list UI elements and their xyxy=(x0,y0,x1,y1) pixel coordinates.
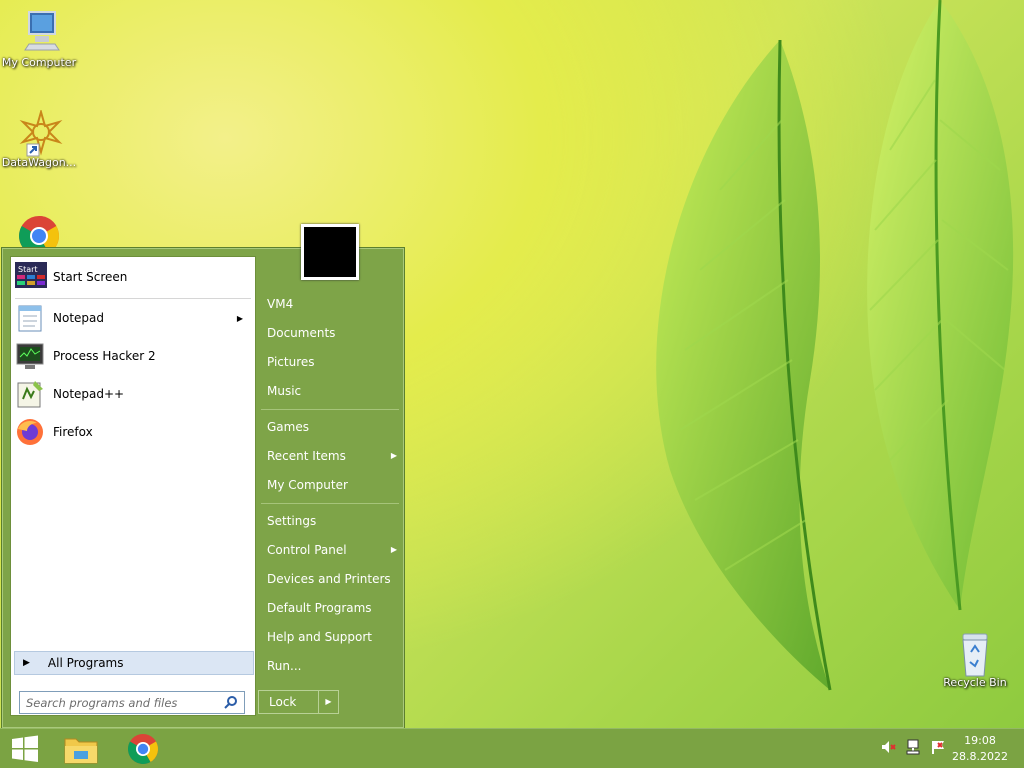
chrome-icon xyxy=(127,734,159,765)
taskbar-file-explorer[interactable] xyxy=(56,731,106,767)
process-hacker-icon xyxy=(15,341,45,371)
file-explorer-icon xyxy=(64,738,98,764)
menu-item-label: Settings xyxy=(267,514,317,528)
play-arrow-icon: ▶ xyxy=(23,658,30,668)
menu-item-label: Devices and Printers xyxy=(267,572,391,586)
start-menu: Start Start Screen Notepad ▶ Process Hac… xyxy=(2,224,404,728)
menu-item-pictures[interactable]: Pictures xyxy=(267,350,397,374)
network-icon xyxy=(906,739,920,755)
menu-item-label: My Computer xyxy=(267,478,348,492)
start-menu-programs-pane: Start Start Screen Notepad ▶ Process Hac… xyxy=(10,256,256,716)
program-label: Process Hacker 2 xyxy=(53,349,156,363)
menu-item-run[interactable]: Run... xyxy=(267,654,397,678)
divider xyxy=(15,298,251,299)
all-programs-button[interactable]: ▶ All Programs xyxy=(14,651,254,675)
program-label: Notepad xyxy=(53,311,104,325)
submenu-arrow-icon: ▶ xyxy=(390,451,397,460)
menu-item-label: Documents xyxy=(267,326,336,340)
desktop-icon-my-computer[interactable]: My Computer xyxy=(0,10,78,69)
clock-time: 19:08 xyxy=(964,734,996,747)
program-process-hacker[interactable]: Process Hacker 2 xyxy=(15,339,251,373)
program-firefox[interactable]: Firefox xyxy=(15,415,251,449)
user-picture[interactable] xyxy=(301,224,359,280)
taskbar-chrome[interactable] xyxy=(118,731,168,767)
start-screen-icon-text: Start xyxy=(18,265,38,274)
submenu-arrow-icon: ▶ xyxy=(236,313,243,323)
menu-item-music[interactable]: Music xyxy=(267,379,397,403)
program-label: Firefox xyxy=(53,425,93,439)
tray-volume[interactable] xyxy=(880,739,896,758)
tray-action-center[interactable] xyxy=(930,739,946,758)
shutdown-options-arrow-icon[interactable]: ▶ xyxy=(319,691,338,713)
datawagon-icon xyxy=(15,108,63,157)
start-screen-icon: Start xyxy=(15,262,47,292)
firefox-icon xyxy=(15,417,45,447)
clock-date: 28.8.2022 xyxy=(952,750,1008,763)
menu-item-label: Games xyxy=(267,420,309,434)
start-button[interactable] xyxy=(0,731,50,767)
menu-item-label: Pictures xyxy=(267,355,315,369)
program-start-screen[interactable]: Start Start Screen xyxy=(15,260,251,294)
submenu-arrow-icon: ▶ xyxy=(390,545,397,554)
desktop-icon-datawagon[interactable]: DataWagon... xyxy=(0,108,78,169)
all-programs-label: All Programs xyxy=(47,656,124,670)
program-notepad-plus-plus[interactable]: Notepad++ xyxy=(15,377,251,411)
notepad-plus-plus-icon xyxy=(15,379,45,409)
menu-item-recent-items[interactable]: Recent Items ▶ xyxy=(267,444,397,468)
menu-item-default-programs[interactable]: Default Programs xyxy=(267,596,397,620)
menu-item-my-computer[interactable]: My Computer xyxy=(267,473,397,497)
menu-item-label: Control Panel xyxy=(267,543,347,557)
menu-item-games[interactable]: Games xyxy=(267,415,397,439)
menu-item-label: Run... xyxy=(267,659,302,673)
menu-item-vm4[interactable]: VM4 xyxy=(267,292,397,316)
my-computer-icon xyxy=(15,10,63,54)
desktop-icon-label: My Computer xyxy=(1,56,77,69)
program-label: Notepad++ xyxy=(53,387,125,401)
tray-network[interactable] xyxy=(905,739,921,758)
search-input[interactable]: Search programs and files xyxy=(19,691,245,714)
menu-item-documents[interactable]: Documents xyxy=(267,321,397,345)
menu-item-label: Default Programs xyxy=(267,601,372,615)
action-center-flag-icon xyxy=(932,741,944,754)
program-notepad[interactable]: Notepad ▶ xyxy=(15,301,251,335)
search-icon[interactable] xyxy=(224,695,238,709)
menu-item-label: Music xyxy=(267,384,302,398)
lock-button[interactable]: Lock ▶ xyxy=(258,690,339,714)
windows-start-icon xyxy=(12,735,38,762)
clock[interactable]: 19:08 28.8.2022 xyxy=(952,733,1008,765)
wallpaper-leaves xyxy=(656,0,1014,691)
volume-muted-icon xyxy=(882,741,896,753)
notepad-icon xyxy=(15,303,45,333)
divider xyxy=(261,409,399,410)
search-placeholder: Search programs and files xyxy=(26,695,178,710)
menu-item-help-and-support[interactable]: Help and Support xyxy=(267,625,397,649)
program-label: Start Screen xyxy=(53,270,128,284)
taskbar: 19:08 28.8.2022 xyxy=(0,728,1024,768)
recycle-bin-icon xyxy=(951,630,999,677)
menu-item-control-panel[interactable]: Control Panel ▶ xyxy=(267,538,397,562)
menu-item-label: Recent Items xyxy=(267,449,346,463)
divider xyxy=(261,503,399,504)
menu-item-devices-and-printers[interactable]: Devices and Printers xyxy=(267,567,397,591)
menu-item-label: Help and Support xyxy=(267,630,372,644)
menu-item-label: VM4 xyxy=(267,297,294,311)
lock-label: Lock xyxy=(259,691,319,713)
desktop-icon-recycle-bin[interactable]: Recycle Bin xyxy=(936,630,1014,689)
menu-item-settings[interactable]: Settings xyxy=(267,509,397,533)
